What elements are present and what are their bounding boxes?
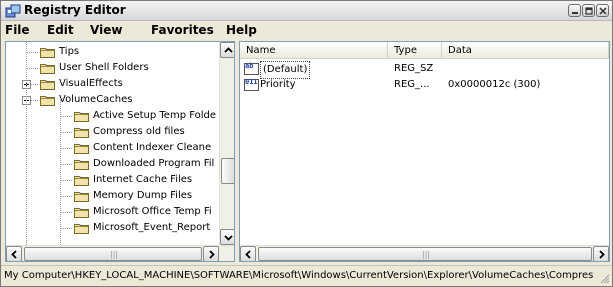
folder-icon bbox=[40, 80, 55, 90]
tree-scroll-right-button[interactable] bbox=[203, 246, 219, 261]
tree-horizontal-scroll-thumb[interactable]: ||| bbox=[24, 247, 202, 261]
resize-grip-icon[interactable] bbox=[600, 274, 610, 284]
tree-guide-line bbox=[26, 42, 27, 245]
folder-icon bbox=[74, 192, 89, 202]
close-button[interactable] bbox=[596, 4, 609, 17]
folder-icon bbox=[74, 144, 89, 154]
folder-icon bbox=[40, 64, 55, 74]
close-icon bbox=[599, 7, 607, 15]
registry-tree[interactable]: Tips User Shell Folders VisualEffects Volum… bbox=[5, 41, 235, 262]
tree-connector bbox=[60, 196, 72, 197]
window-title: Registry Editor bbox=[24, 3, 126, 17]
tree-item-label: Memory Dump Files bbox=[93, 190, 193, 201]
tree-connector bbox=[26, 68, 38, 69]
tree-item-label: Content Indexer Cleane bbox=[93, 142, 212, 153]
minimize-icon bbox=[572, 12, 578, 14]
scroll-up-button[interactable] bbox=[220, 42, 234, 58]
tree-item-label: Downloaded Program Fil bbox=[93, 158, 215, 169]
folder-icon bbox=[74, 112, 89, 122]
tree-connector bbox=[60, 228, 72, 229]
tree-vertical-scroll-thumb[interactable] bbox=[221, 158, 234, 184]
tree-connector bbox=[60, 132, 72, 133]
tree-item-label: Compress old files bbox=[93, 126, 185, 137]
column-header-data[interactable]: Data bbox=[442, 42, 609, 59]
value-name: Priority bbox=[260, 79, 296, 90]
column-header-name[interactable]: Name bbox=[240, 42, 388, 59]
tree-item-label: Active Setup Temp Folde bbox=[93, 110, 217, 121]
values-list[interactable]: Name Type Data ab (Default) REG_SZ 011 P… bbox=[239, 41, 610, 262]
tree-vertical-scrollbar[interactable] bbox=[219, 42, 234, 245]
tree-guide-line bbox=[60, 100, 61, 245]
tree-horizontal-scrollbar[interactable]: ||| bbox=[6, 245, 234, 261]
folder-icon bbox=[74, 176, 89, 186]
folder-icon bbox=[40, 96, 55, 106]
arrow-left-icon bbox=[11, 250, 17, 259]
tree-connector bbox=[60, 180, 72, 181]
list-scroll-right-button[interactable] bbox=[593, 246, 609, 261]
menu-favorites[interactable]: Favorites bbox=[151, 23, 214, 37]
folder-icon bbox=[74, 208, 89, 218]
folder-icon bbox=[74, 224, 89, 234]
scroll-down-button[interactable] bbox=[220, 229, 234, 245]
arrow-right-icon bbox=[599, 250, 605, 259]
status-bar: My Computer\HKEY_LOCAL_MACHINE\SOFTWARE\… bbox=[1, 265, 612, 286]
tree-connector bbox=[60, 148, 72, 149]
tree-item-label: Internet Cache Files bbox=[93, 174, 193, 185]
scroll-grip-icon: ||| bbox=[422, 250, 431, 259]
tree-connector bbox=[60, 164, 72, 165]
tree-connector bbox=[26, 52, 38, 53]
value-row[interactable]: 011 Priority REG_... 0x0000012c (300) bbox=[240, 77, 609, 93]
scroll-grip-icon: ||| bbox=[110, 250, 119, 259]
registry-editor-icon bbox=[5, 4, 21, 18]
string-value-icon: ab bbox=[244, 62, 259, 75]
value-type: REG_SZ bbox=[394, 63, 434, 74]
tree-item-label: Microsoft_Event_Report bbox=[93, 222, 211, 233]
tree-connector bbox=[60, 116, 72, 117]
column-header-type[interactable]: Type bbox=[388, 42, 442, 59]
tree-item-label: Tips bbox=[59, 46, 80, 57]
dword-value-icon: 011 bbox=[244, 78, 259, 91]
maximize-icon bbox=[585, 7, 593, 15]
arrow-down-icon bbox=[224, 235, 233, 241]
minimize-button[interactable] bbox=[568, 4, 581, 17]
list-horizontal-scroll-thumb[interactable]: ||| bbox=[258, 247, 592, 261]
menu-help[interactable]: Help bbox=[226, 23, 257, 37]
tree-item-label: User Shell Folders bbox=[59, 62, 149, 73]
list-horizontal-scrollbar[interactable]: ||| bbox=[240, 245, 609, 261]
menu-edit[interactable]: Edit bbox=[47, 23, 74, 37]
tree-item-label: VolumeCaches bbox=[59, 94, 133, 105]
arrow-left-icon bbox=[245, 250, 251, 259]
menu-file[interactable]: File bbox=[5, 23, 30, 37]
folder-icon bbox=[74, 128, 89, 138]
value-data: 0x0000012c (300) bbox=[448, 79, 541, 90]
tree-item-label: Microsoft Office Temp Fi bbox=[93, 206, 212, 217]
tree-item-label: VisualEffects bbox=[59, 78, 123, 89]
arrow-right-icon bbox=[209, 250, 215, 259]
list-scroll-left-button[interactable] bbox=[240, 246, 256, 261]
menu-bar: File Edit View Favorites Help bbox=[1, 21, 612, 41]
folder-icon bbox=[74, 160, 89, 170]
title-bar[interactable]: Registry Editor bbox=[1, 1, 612, 21]
registry-editor-window: Registry Editor File Edit View Favorites… bbox=[0, 0, 613, 287]
tree-scroll-left-button[interactable] bbox=[6, 246, 22, 261]
maximize-button[interactable] bbox=[582, 4, 595, 17]
arrow-up-icon bbox=[224, 47, 233, 53]
registry-path: My Computer\HKEY_LOCAL_MACHINE\SOFTWARE\… bbox=[4, 270, 594, 281]
tree-connector bbox=[60, 212, 72, 213]
folder-icon bbox=[40, 48, 55, 58]
value-type: REG_... bbox=[394, 79, 430, 90]
menu-view[interactable]: View bbox=[90, 23, 122, 37]
value-row[interactable]: ab (Default) REG_SZ bbox=[240, 61, 609, 79]
